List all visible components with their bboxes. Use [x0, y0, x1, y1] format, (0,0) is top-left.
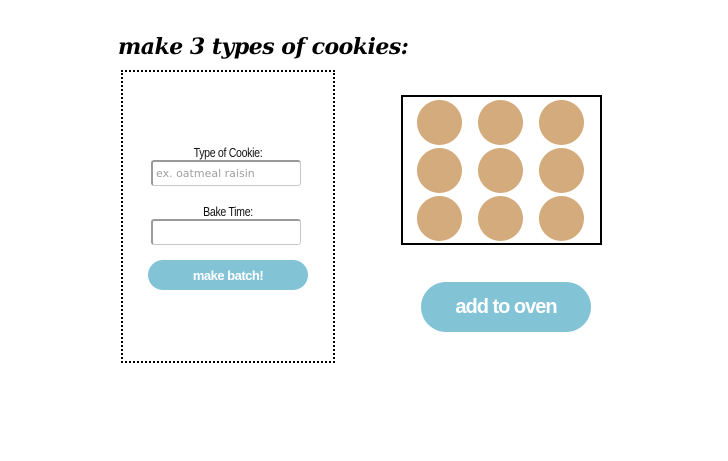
make-batch-button[interactable]: make batch!: [148, 260, 308, 290]
bake-time-label: Bake Time:: [203, 205, 253, 219]
cookie-form: Type of Cookie: Bake Time: make batch!: [121, 70, 335, 363]
add-to-oven-button[interactable]: add to oven: [421, 282, 591, 332]
cookie-slot: [417, 148, 462, 193]
cookie-type-input[interactable]: [151, 160, 301, 186]
cookie-slot: [478, 148, 523, 193]
page-title: make 3 types of cookies:: [118, 34, 409, 60]
cookie-slot: [539, 196, 584, 241]
cookie-slot: [417, 100, 462, 145]
cookie-slot: [417, 196, 462, 241]
cookie-slot: [478, 100, 523, 145]
cookie-type-label: Type of Cookie:: [193, 146, 263, 160]
cookie-slot: [539, 148, 584, 193]
bake-time-input[interactable]: [151, 219, 301, 245]
cookie-tray: [401, 95, 602, 245]
cookie-slot: [539, 100, 584, 145]
cookie-slot: [478, 196, 523, 241]
